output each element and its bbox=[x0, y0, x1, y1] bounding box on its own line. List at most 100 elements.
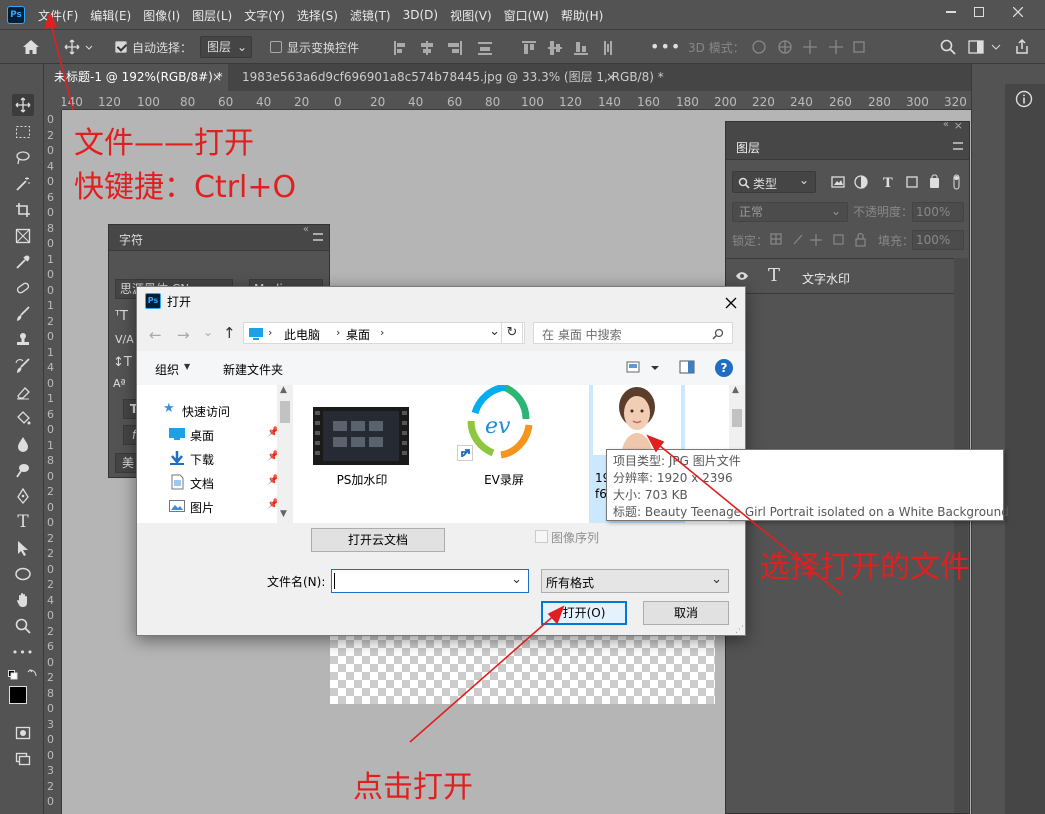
file-item-video[interactable] bbox=[313, 407, 409, 465]
maximize-button[interactable] bbox=[964, 2, 994, 22]
move-tool-preset[interactable] bbox=[62, 37, 98, 57]
crop-tool[interactable] bbox=[12, 199, 34, 221]
history-brush-tool[interactable] bbox=[12, 355, 34, 377]
nav-documents[interactable]: 文档 📌 bbox=[169, 473, 289, 491]
blur-tool[interactable] bbox=[12, 433, 34, 455]
image-sequence-checkbox[interactable] bbox=[535, 530, 548, 543]
layers-scrollbar[interactable] bbox=[954, 258, 968, 813]
close-panel-icon[interactable]: × bbox=[954, 119, 963, 132]
minimize-button[interactable] bbox=[936, 2, 966, 22]
search-field[interactable]: 在 桌面 中搜索 bbox=[533, 322, 733, 344]
scroll-thumb[interactable] bbox=[280, 401, 290, 423]
nav-downloads[interactable]: 下载 📌 bbox=[169, 449, 289, 467]
open-cloud-button[interactable]: 打开云文档 bbox=[311, 528, 445, 552]
blend-mode-dropdown[interactable]: 正常 ⌄ bbox=[732, 202, 848, 222]
address-dropdown-icon[interactable]: ⌄ bbox=[489, 324, 500, 339]
healing-tool[interactable] bbox=[12, 277, 34, 299]
forward-button[interactable]: → bbox=[177, 326, 190, 344]
address-bar[interactable]: › 此电脑 › 桌面 › ⌄ bbox=[243, 322, 525, 344]
menu-type[interactable]: 文字(Y) bbox=[244, 7, 285, 24]
stamp-tool[interactable] bbox=[12, 329, 34, 351]
foreground-color-swatch[interactable] bbox=[9, 686, 27, 704]
character-panel-title[interactable]: 字符 bbox=[119, 231, 143, 248]
nav-scrollbar[interactable]: ▲ ▼ bbox=[277, 385, 293, 523]
pen-tool[interactable] bbox=[12, 485, 34, 507]
share-button[interactable] bbox=[1012, 37, 1032, 57]
lock-buttons[interactable] bbox=[770, 232, 880, 248]
menu-window[interactable]: 窗口(W) bbox=[504, 7, 549, 24]
menu-help[interactable]: 帮助(H) bbox=[561, 7, 603, 24]
workspace-button[interactable] bbox=[966, 37, 1006, 57]
fill-field[interactable]: 100% bbox=[912, 230, 964, 250]
panel-menu-icon[interactable] bbox=[953, 142, 963, 150]
eraser-tool[interactable] bbox=[12, 381, 34, 403]
file-name[interactable]: PS加水印 bbox=[307, 471, 417, 488]
close-window-button[interactable] bbox=[998, 2, 1038, 22]
visibility-eye-icon[interactable] bbox=[735, 271, 749, 281]
show-transform-checkbox[interactable] bbox=[269, 40, 283, 54]
view-options-button[interactable] bbox=[625, 360, 663, 376]
up-button[interactable]: ↑ bbox=[223, 324, 236, 342]
back-button[interactable]: ← bbox=[149, 326, 162, 344]
eyedropper-tool[interactable] bbox=[12, 251, 34, 273]
default-colors-button[interactable] bbox=[8, 668, 38, 682]
help-icon[interactable]: ? bbox=[715, 359, 733, 377]
scroll-up-icon[interactable]: ▲ bbox=[280, 385, 287, 395]
more-options-icon[interactable]: ••• bbox=[650, 37, 681, 56]
close-tab-icon[interactable]: × bbox=[212, 64, 222, 91]
menu-file[interactable]: 文件(F) bbox=[38, 7, 78, 24]
breadcrumb-desktop[interactable]: 桌面 bbox=[346, 326, 370, 343]
menu-image[interactable]: 图像(I) bbox=[143, 7, 180, 24]
breadcrumb-this-pc[interactable]: 此电脑 bbox=[284, 326, 320, 343]
menu-filter[interactable]: 滤镜(T) bbox=[350, 7, 391, 24]
menu-3d[interactable]: 3D(D) bbox=[403, 8, 438, 22]
brush-tool[interactable] bbox=[12, 303, 34, 325]
tab-untitled[interactable]: 未标题-1 @ 192%(RGB/8#) * × bbox=[44, 64, 228, 91]
frame-tool[interactable] bbox=[12, 225, 34, 247]
menu-edit[interactable]: 编辑(E) bbox=[90, 7, 131, 24]
organize-button[interactable]: 组织 bbox=[155, 361, 179, 378]
scroll-down-icon[interactable]: ▼ bbox=[280, 509, 287, 519]
auto-select-dropdown[interactable]: 图层 ⌄ bbox=[200, 36, 252, 58]
chevron-down-icon[interactable]: ⌄ bbox=[511, 572, 522, 587]
hand-tool[interactable] bbox=[12, 589, 34, 611]
close-tab-icon[interactable]: × bbox=[606, 64, 616, 91]
collapse-panel-icon[interactable]: « bbox=[943, 119, 949, 130]
scroll-up-icon[interactable]: ▲ bbox=[732, 385, 739, 395]
dodge-tool[interactable] bbox=[12, 459, 34, 481]
ellipse-tool[interactable] bbox=[12, 563, 34, 585]
search-button[interactable] bbox=[938, 37, 958, 57]
filetype-dropdown[interactable]: 所有格式 ⌄ bbox=[541, 569, 729, 593]
menu-layer[interactable]: 图层(L) bbox=[192, 7, 232, 24]
file-item-ev[interactable]: ev bbox=[457, 385, 551, 465]
preview-pane-button[interactable] bbox=[679, 360, 695, 376]
menu-select[interactable]: 选择(S) bbox=[297, 7, 338, 24]
more-tools-button[interactable]: ••• bbox=[12, 641, 34, 663]
path-select-tool[interactable] bbox=[12, 537, 34, 559]
refresh-button[interactable]: ↻ bbox=[501, 322, 523, 344]
move-tool[interactable] bbox=[12, 94, 34, 116]
nav-desktop[interactable]: 桌面 📌 bbox=[169, 425, 289, 443]
marquee-tool[interactable] bbox=[12, 121, 34, 143]
home-button[interactable] bbox=[20, 37, 42, 57]
menu-view[interactable]: 视图(V) bbox=[450, 7, 492, 24]
scroll-thumb[interactable] bbox=[732, 409, 742, 427]
quick-mask-button[interactable] bbox=[12, 722, 34, 744]
auto-select-checkbox[interactable] bbox=[114, 40, 128, 54]
paint-bucket-tool[interactable] bbox=[12, 407, 34, 429]
dialog-close-button[interactable] bbox=[721, 293, 741, 313]
document-canvas[interactable] bbox=[330, 632, 715, 704]
cancel-button[interactable]: 取消 bbox=[643, 601, 729, 625]
recent-chevron-icon[interactable]: ⌄ bbox=[203, 325, 213, 339]
new-folder-button[interactable]: 新建文件夹 bbox=[223, 361, 283, 378]
nav-pictures[interactable]: 图片 📌 bbox=[169, 497, 289, 515]
filename-input[interactable]: ⌄ bbox=[331, 569, 529, 593]
resize-grip-icon[interactable]: ⋰ bbox=[735, 625, 744, 635]
tab-jpg[interactable]: 1983e563a6d9cf696901a8c574b78445.jpg @ 3… bbox=[232, 64, 664, 91]
panel-menu-icon[interactable] bbox=[313, 233, 323, 241]
open-button[interactable]: 打开(O) bbox=[541, 601, 627, 625]
layer-row[interactable]: T 文字水印 bbox=[726, 258, 954, 294]
properties-button[interactable] bbox=[1015, 90, 1035, 110]
layer-filter-dropdown[interactable]: 类型 ⌄ bbox=[732, 171, 816, 193]
type-tool[interactable]: T bbox=[12, 511, 34, 533]
